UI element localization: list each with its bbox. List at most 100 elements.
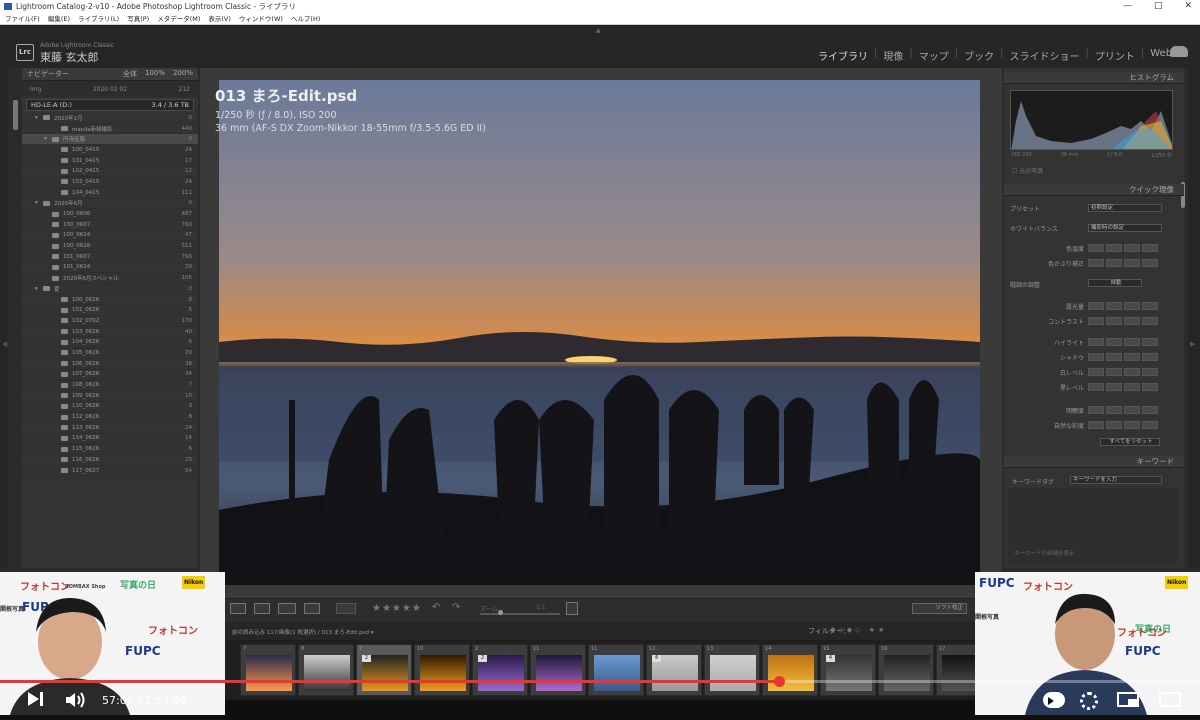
folder-row[interactable]: 107_0626 34 bbox=[22, 370, 198, 381]
star-rating[interactable]: ★★★★★ bbox=[372, 603, 422, 614]
video-scrubber-handle[interactable] bbox=[774, 676, 785, 687]
folder-row[interactable]: 100_0607 760 bbox=[22, 220, 198, 231]
wb-step-button[interactable] bbox=[1124, 244, 1140, 252]
folder-row[interactable]: 113_0626 24 bbox=[22, 423, 198, 434]
folder-row[interactable]: ▾ 円寺征服 0 bbox=[22, 134, 198, 146]
qd-step-button[interactable] bbox=[1124, 421, 1140, 429]
reset-all-button[interactable]: すべてをリセット bbox=[1100, 438, 1160, 446]
qd-step-button[interactable] bbox=[1106, 353, 1122, 361]
soft-proof-checkbox[interactable]: ソフト校正 bbox=[912, 603, 967, 614]
filmstrip-cell[interactable]: 16 bbox=[878, 644, 934, 696]
folder-row[interactable]: 100_0628 511 bbox=[22, 241, 198, 252]
qd-step-button[interactable] bbox=[1142, 317, 1158, 325]
folder-row[interactable]: 105_0626 20 bbox=[22, 348, 198, 359]
keyword-input[interactable]: キーワードを入力 bbox=[1070, 476, 1162, 484]
qd-step-button[interactable] bbox=[1088, 302, 1104, 310]
folder-row[interactable]: ▾ 2020年6月 0 bbox=[22, 199, 198, 210]
folder-row[interactable]: 112_0626 8 bbox=[22, 412, 198, 423]
filmstrip-cell[interactable]: 22 bbox=[356, 644, 412, 696]
qd-step-button[interactable] bbox=[1142, 338, 1158, 346]
autoplay-toggle[interactable] bbox=[1043, 692, 1065, 708]
menu-view[interactable]: 表示(V) bbox=[208, 13, 231, 24]
qd-step-button[interactable] bbox=[1124, 368, 1140, 376]
wb-select[interactable]: 撮影時の設定 bbox=[1088, 224, 1162, 232]
folder-row[interactable]: 2020年6月スペシャル 105 bbox=[22, 273, 198, 284]
folder-row[interactable]: 100_0624 47 bbox=[22, 231, 198, 242]
menu-window[interactable]: ウィンドウ(W) bbox=[239, 13, 283, 24]
expand-triangle-icon[interactable]: ▾ bbox=[35, 200, 43, 206]
module-book[interactable]: ブック bbox=[958, 48, 1000, 63]
folder-row[interactable]: 103_0626 40 bbox=[22, 327, 198, 338]
collapse-top-panel-icon[interactable]: ▲ bbox=[596, 27, 601, 34]
folder-row[interactable]: 114_0626 14 bbox=[22, 434, 198, 445]
qd-step-button[interactable] bbox=[1088, 383, 1104, 391]
quick-develop-header[interactable]: クイック現像 bbox=[1004, 184, 1184, 196]
filmstrip-cell[interactable]: 13 bbox=[704, 644, 760, 696]
filmstrip-cell[interactable]: 22 bbox=[472, 644, 528, 696]
play-next-icon[interactable] bbox=[28, 692, 39, 706]
right-panel-toggle-icon[interactable]: ▶ bbox=[1190, 340, 1195, 348]
folder-row[interactable]: 101_0415 17 bbox=[22, 156, 198, 167]
qd-step-button[interactable] bbox=[1124, 317, 1140, 325]
folder-row[interactable]: 102_0702 170 bbox=[22, 316, 198, 327]
folder-row[interactable]: 102_0415 12 bbox=[22, 166, 198, 178]
folder-row[interactable]: 101_0607 796 bbox=[22, 252, 198, 263]
left-panel-toggle-icon[interactable]: ◀ bbox=[2, 340, 7, 348]
survey-view-button[interactable] bbox=[278, 603, 296, 614]
qd-step-button[interactable] bbox=[1106, 302, 1122, 310]
filmstrip-cell[interactable]: 11 bbox=[530, 644, 586, 696]
qd-step-button[interactable] bbox=[1088, 338, 1104, 346]
qd-step-button[interactable] bbox=[1088, 421, 1104, 429]
folder-row[interactable]: 115_0626 6 bbox=[22, 444, 198, 455]
expand-triangle-icon[interactable]: ▾ bbox=[44, 136, 52, 142]
qd-step-button[interactable] bbox=[1106, 383, 1122, 391]
folder-row[interactable]: 104_0415 111 bbox=[22, 188, 198, 199]
histogram-header[interactable]: ヒストグラム bbox=[1004, 72, 1184, 84]
folder-row[interactable]: 117_0627 54 bbox=[22, 466, 198, 477]
qd-step-button[interactable] bbox=[1106, 317, 1122, 325]
wb-step-button[interactable] bbox=[1106, 259, 1122, 267]
qd-step-button[interactable] bbox=[1124, 383, 1140, 391]
folder-row[interactable]: ▾ 夏 0 bbox=[22, 284, 198, 295]
filmstrip-cell[interactable]: 7 bbox=[240, 644, 296, 696]
menu-file[interactable]: ファイル(F) bbox=[5, 13, 40, 24]
qd-step-button[interactable] bbox=[1106, 406, 1122, 414]
menu-help[interactable]: ヘルプ(H) bbox=[291, 13, 320, 24]
keyword-suggestions[interactable]: キーワードの候補を表示 bbox=[1014, 549, 1075, 557]
wb-step-button[interactable] bbox=[1124, 259, 1140, 267]
rotate-right-icon[interactable]: ↷ bbox=[452, 602, 460, 613]
folder-row[interactable]: 106_0626 38 bbox=[22, 359, 198, 370]
folder-row[interactable]: 103_0415 24 bbox=[22, 177, 198, 188]
folder-row[interactable]: ▾ 2020年1月 0 bbox=[22, 113, 198, 124]
people-view-button[interactable] bbox=[304, 603, 320, 614]
qd-step-button[interactable] bbox=[1106, 368, 1122, 376]
left-panel-scrollbar[interactable] bbox=[13, 100, 18, 130]
expand-triangle-icon[interactable]: ▾ bbox=[35, 115, 43, 121]
filmstrip-source-path[interactable]: 前の読み込み 117/画像(1 枚選択) / 013 まろ-Edit.psd ▾ bbox=[232, 628, 373, 636]
filmstrip-cell[interactable]: 15 4 bbox=[820, 644, 876, 696]
qd-step-button[interactable] bbox=[1124, 353, 1140, 361]
folder-row[interactable]: manila新緑撮影 440 bbox=[22, 124, 198, 135]
module-slideshow[interactable]: スライドショー bbox=[1004, 48, 1086, 63]
filmstrip-cell[interactable]: 8 bbox=[298, 644, 354, 696]
folder-row[interactable]: 109_0626 10 bbox=[22, 391, 198, 402]
expand-triangle-icon[interactable]: ▾ bbox=[35, 286, 43, 292]
qd-step-button[interactable] bbox=[1088, 406, 1104, 414]
flag-button[interactable] bbox=[336, 603, 356, 614]
filmstrip-cell[interactable]: 10 bbox=[414, 644, 470, 696]
qd-step-button[interactable] bbox=[1124, 302, 1140, 310]
folder-row[interactable]: 101_0626 5 bbox=[22, 305, 198, 317]
maximize-button[interactable]: □ bbox=[1154, 0, 1163, 13]
loupe-view-button[interactable] bbox=[230, 603, 246, 614]
wb-step-button[interactable] bbox=[1088, 244, 1104, 252]
nav-200-option[interactable]: 200% bbox=[173, 69, 193, 79]
qd-step-button[interactable] bbox=[1142, 368, 1158, 376]
qd-step-button[interactable] bbox=[1142, 383, 1158, 391]
zoom-slider-handle[interactable] bbox=[498, 610, 503, 615]
module-map[interactable]: マップ bbox=[913, 48, 955, 63]
wb-step-button[interactable] bbox=[1142, 259, 1158, 267]
folder-row[interactable]: 108_0626 7 bbox=[22, 380, 198, 391]
module-library[interactable]: ライブラリ bbox=[812, 48, 874, 63]
volume-icon[interactable] bbox=[66, 692, 85, 708]
folder-row[interactable]: 116_0626 20 bbox=[22, 455, 198, 466]
